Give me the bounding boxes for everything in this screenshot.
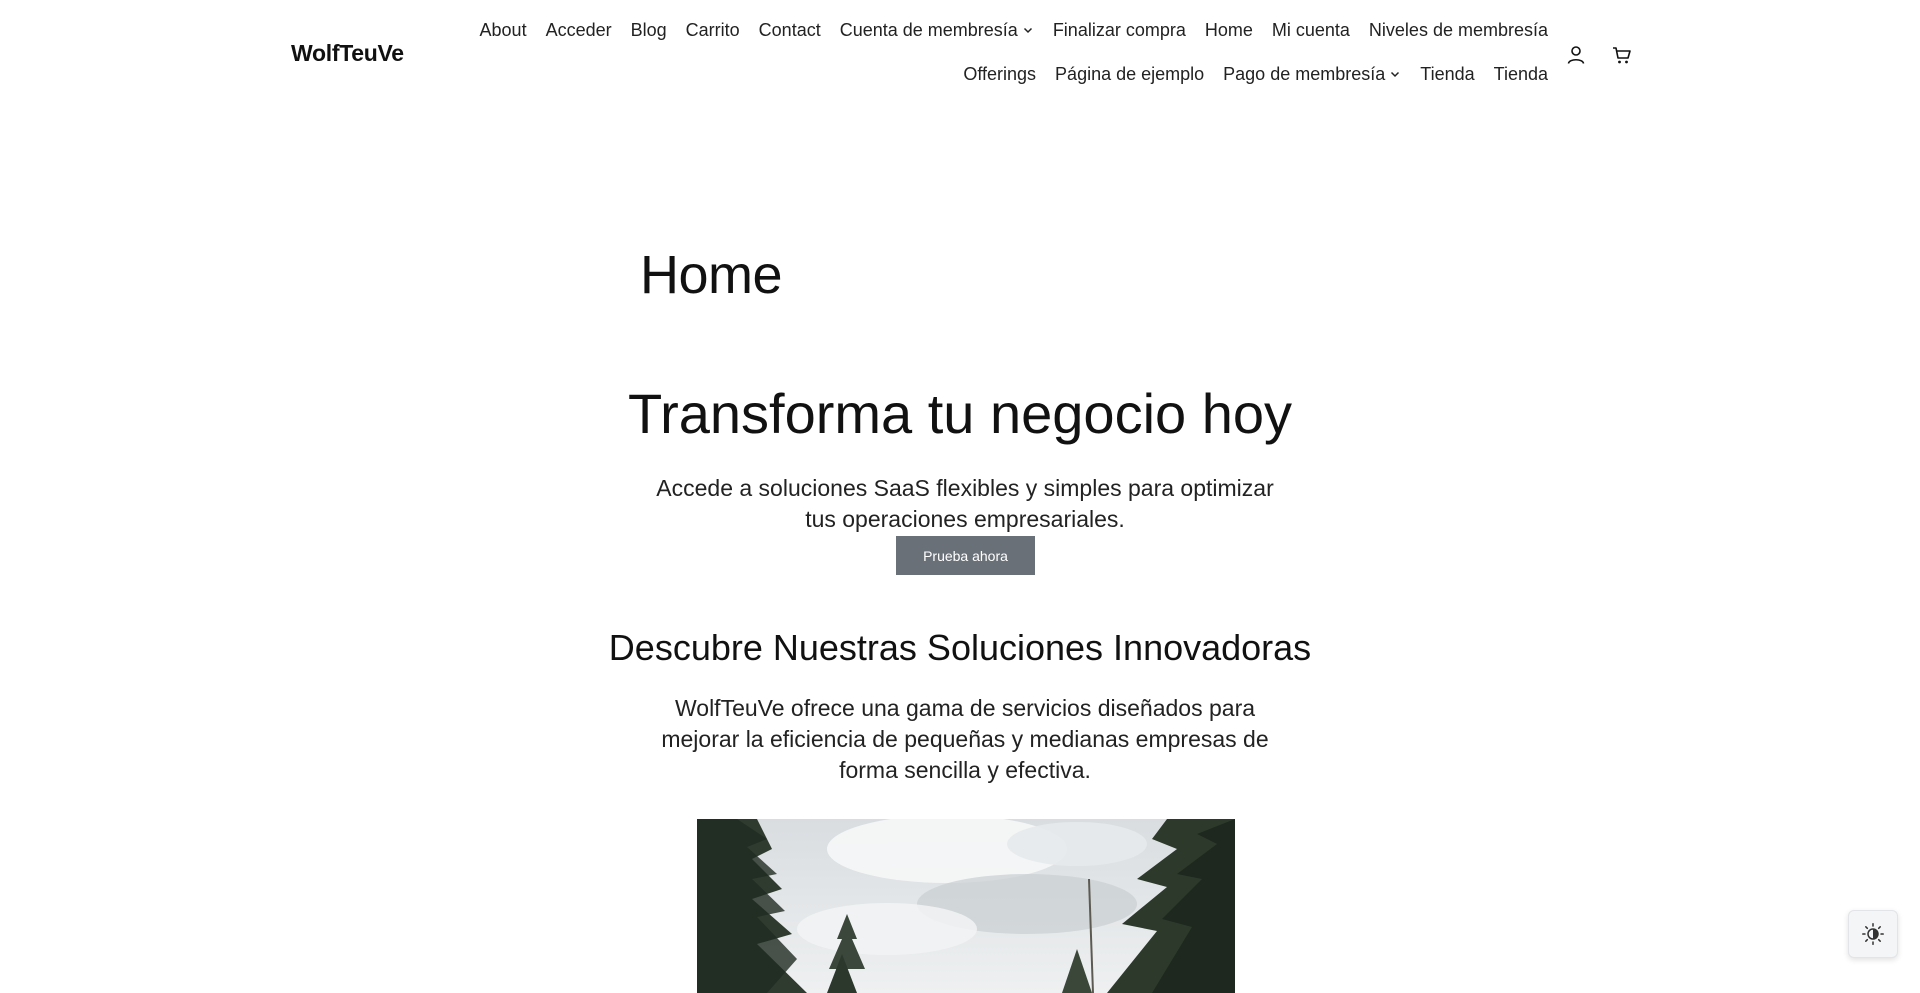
- nav-item-mi-cuenta[interactable]: Mi cuenta: [1272, 18, 1350, 42]
- contrast-sun-icon: [1862, 923, 1884, 945]
- chevron-down-icon[interactable]: [1389, 68, 1401, 80]
- nav-item-finalizar-compra[interactable]: Finalizar compra: [1053, 18, 1186, 42]
- nav-item-offerings[interactable]: Offerings: [963, 62, 1036, 86]
- nav-item-tienda-2[interactable]: Tienda: [1494, 62, 1548, 86]
- solutions-title: Descubre Nuestras Soluciones Innovadoras: [608, 627, 1312, 668]
- theme-toggle-button[interactable]: [1848, 910, 1898, 958]
- nav-item-tienda[interactable]: Tienda: [1420, 62, 1474, 86]
- nav-item-label: Pago de membresía: [1223, 64, 1386, 84]
- nav-item-home[interactable]: Home: [1205, 18, 1253, 42]
- nav-item-contact[interactable]: Contact: [759, 18, 821, 42]
- nav-item-niveles-de-membresia[interactable]: Niveles de membresía: [1369, 18, 1548, 42]
- main-navigation: About Acceder Blog Carrito Contact Cuent…: [440, 18, 1548, 86]
- nav-item-cuenta-de-membresia[interactable]: Cuenta de membresía: [840, 18, 1034, 42]
- hero-title: Transforma tu negocio hoy: [627, 382, 1293, 445]
- site-title[interactable]: WolfTeuVe: [291, 40, 404, 67]
- try-now-button[interactable]: Prueba ahora: [896, 536, 1035, 575]
- user-icon[interactable]: [1564, 43, 1588, 67]
- forest-sky-image: [697, 819, 1235, 993]
- nav-item-label: Cuenta de membresía: [839, 20, 1018, 40]
- nav-item-blog[interactable]: Blog: [631, 18, 667, 42]
- chevron-down-icon[interactable]: [1022, 24, 1034, 36]
- nav-item-about[interactable]: About: [480, 18, 527, 42]
- page-title: Home: [640, 245, 783, 305]
- hero-text: Accede a soluciones SaaS flexibles y sim…: [656, 475, 1274, 532]
- solutions-text: WolfTeuVe ofrece una gama de servicios d…: [661, 695, 1269, 783]
- nav-item-pago-de-membresia[interactable]: Pago de membresía: [1223, 62, 1401, 86]
- cart-icon[interactable]: [1610, 43, 1634, 67]
- nav-item-carrito[interactable]: Carrito: [686, 18, 740, 42]
- nav-item-acceder[interactable]: Acceder: [546, 18, 612, 42]
- nav-item-pagina-de-ejemplo[interactable]: Página de ejemplo: [1055, 62, 1204, 86]
